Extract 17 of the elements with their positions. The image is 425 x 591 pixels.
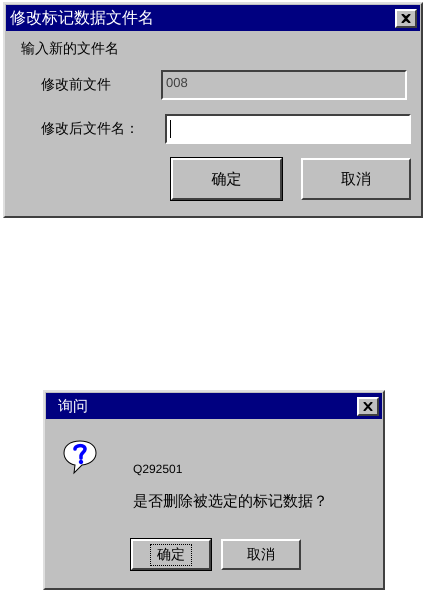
question-icon: [61, 438, 99, 476]
close-icon: [363, 402, 373, 410]
close-icon: [401, 14, 411, 22]
message-text: 是否删除被选定的标记数据？: [133, 492, 328, 511]
window-title: 询问: [58, 396, 88, 416]
dialog-button[interactable]: 取消: [221, 539, 301, 570]
input-field[interactable]: [165, 114, 411, 144]
close-button[interactable]: [357, 396, 379, 416]
dialog-button[interactable]: 取消: [300, 158, 411, 200]
field-label: 修改前文件: [40, 76, 112, 94]
field-label: 修改后文件名：: [40, 120, 140, 138]
dialog-button[interactable]: 确定: [131, 539, 211, 570]
close-button[interactable]: [395, 8, 417, 28]
window-title: 修改标记数据文件名: [10, 8, 154, 28]
prompt-text: 输入新的文件名: [21, 40, 120, 58]
message-code: Q292501: [133, 462, 184, 476]
dialog-button[interactable]: 确定: [171, 158, 282, 200]
